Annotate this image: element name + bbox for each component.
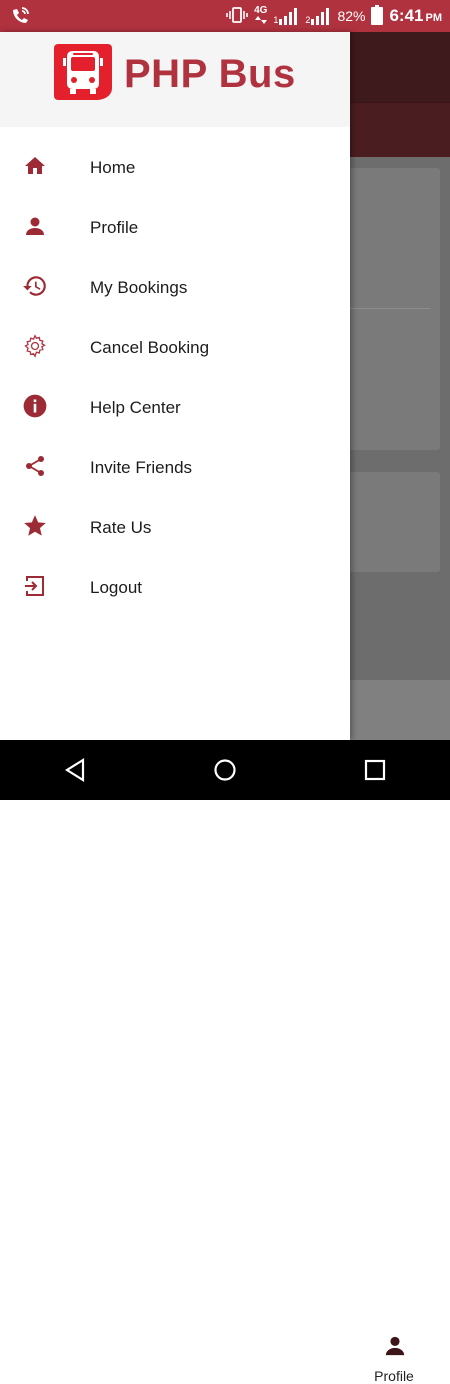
battery-percent: 82% <box>337 8 366 24</box>
home-circle-icon <box>214 759 236 781</box>
menu-label: Rate Us <box>90 518 152 537</box>
menu-label: Profile <box>90 218 139 237</box>
vibrate-icon <box>226 6 248 27</box>
wifi-calling-icon <box>10 6 32 31</box>
network-type: 4G <box>254 5 267 27</box>
background-card <box>340 168 440 450</box>
clock: 6:41 PM <box>389 6 442 25</box>
menu-item-invite-friends[interactable]: Invite Friends <box>0 438 350 498</box>
gear-icon <box>22 333 48 364</box>
system-nav-bar <box>0 740 450 800</box>
battery-icon <box>371 4 384 28</box>
share-icon <box>23 453 47 484</box>
menu-item-help-center[interactable]: Help Center <box>0 378 350 438</box>
signal-sim1-icon: 1 <box>273 7 299 25</box>
info-icon <box>22 393 48 424</box>
person-icon <box>23 214 47 243</box>
status-bar: 4G 1 2 82% 6:41 PM <box>0 0 450 32</box>
signal-sim2-icon: 2 <box>305 7 331 25</box>
menu-label: Invite Friends <box>90 458 193 477</box>
menu-item-cancel-booking[interactable]: Cancel Booking <box>0 318 350 378</box>
brand-title: PHP Bus <box>124 52 296 96</box>
menu-label: Home <box>90 158 136 177</box>
menu-item-home[interactable]: Home <box>0 138 350 198</box>
home-button[interactable] <box>195 740 255 800</box>
back-button[interactable] <box>45 740 105 800</box>
recents-button[interactable] <box>345 740 405 800</box>
recents-square-icon <box>364 759 386 781</box>
menu-item-rate-us[interactable]: Rate Us <box>0 498 350 558</box>
menu-label: Help Center <box>90 398 181 417</box>
drawer-header: PHP Bus <box>0 32 350 127</box>
back-triangle-icon <box>64 758 85 782</box>
drawer-menu: Home Profile My Bookings Cancel Booking <box>0 138 350 618</box>
menu-item-profile[interactable]: Profile <box>0 198 350 258</box>
menu-label: Logout <box>90 578 142 597</box>
logout-icon <box>23 574 47 603</box>
history-icon <box>22 273 48 304</box>
menu-label: Cancel Booking <box>90 338 210 357</box>
bottom-tab-profile-label: Profile <box>374 1368 414 1384</box>
menu-item-my-bookings[interactable]: My Bookings <box>0 258 350 318</box>
home-icon <box>23 154 47 183</box>
navigation-drawer: PHP Bus Home Profile My Bookings Cancel … <box>0 32 350 740</box>
bus-logo-icon <box>54 44 112 105</box>
star-icon <box>22 513 48 544</box>
person-icon <box>384 1335 406 1362</box>
menu-label: My Bookings <box>90 278 188 297</box>
background-card <box>340 472 440 572</box>
menu-item-logout[interactable]: Logout <box>0 558 350 618</box>
